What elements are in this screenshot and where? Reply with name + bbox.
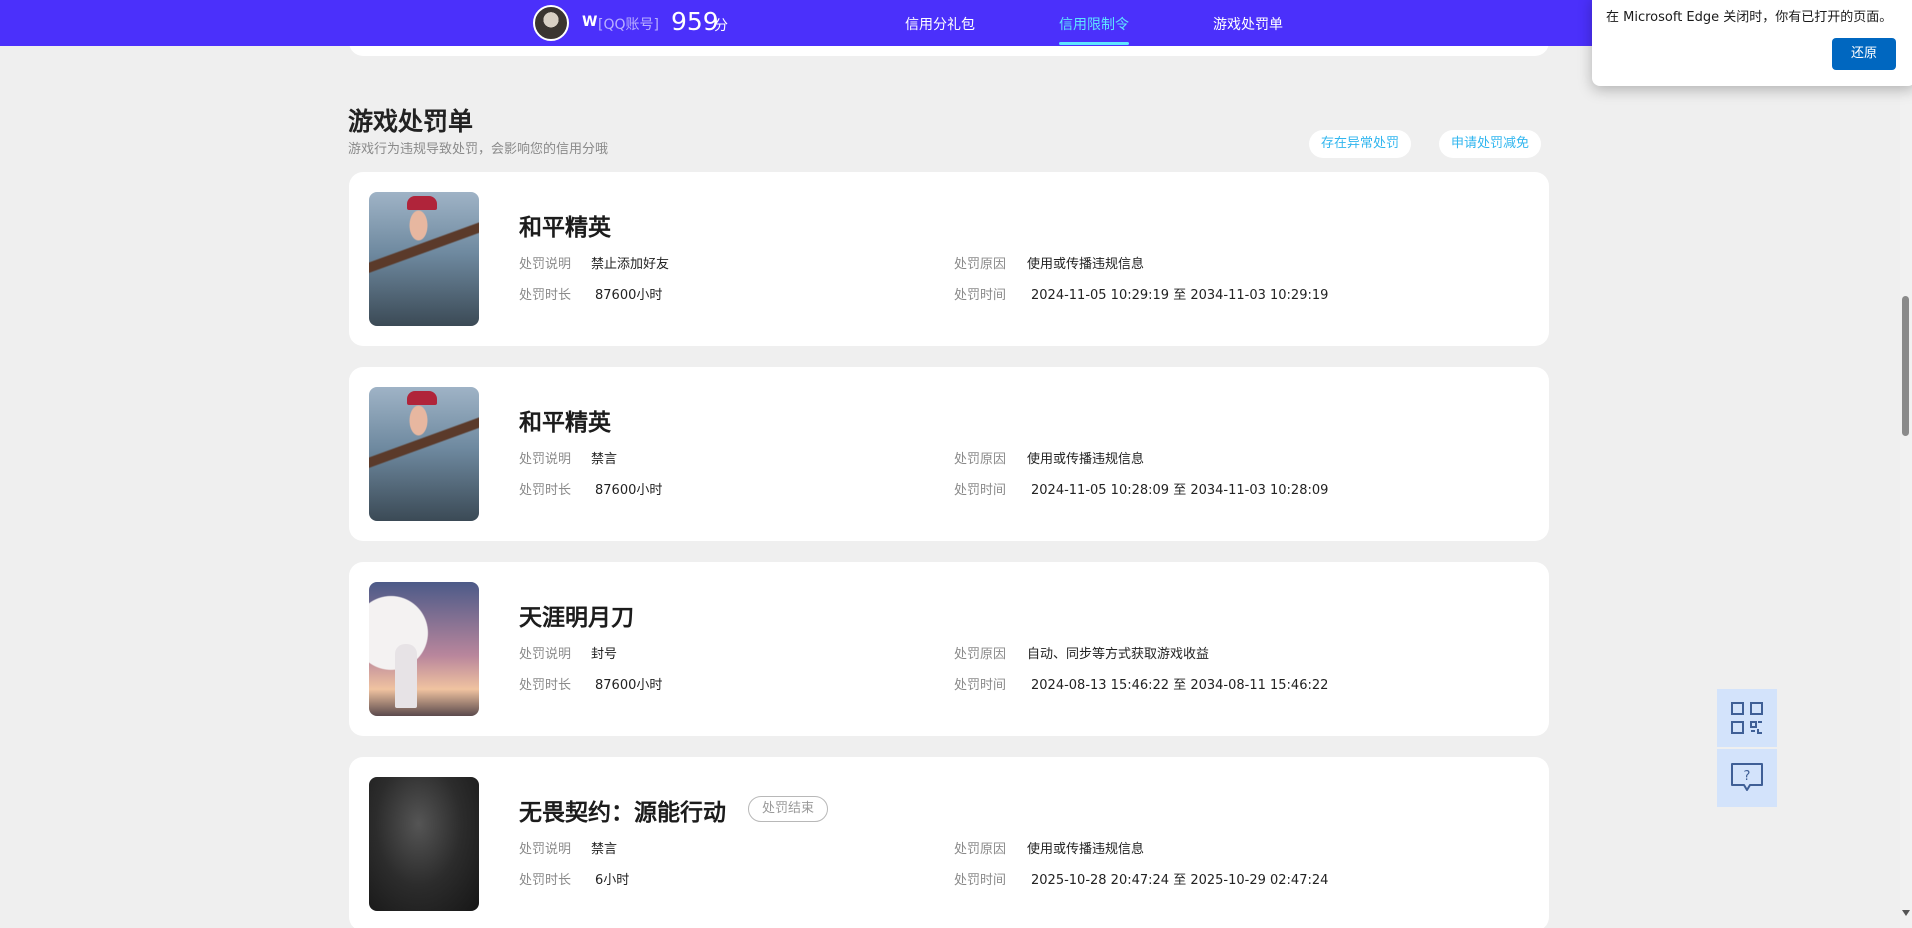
- penalty-card[interactable]: 和平精英 处罚说明 禁言 处罚时长 87600小时 处罚原因 使用或传播违规信息…: [349, 367, 1549, 541]
- penalty-desc-value: 禁止添加好友: [591, 257, 670, 272]
- penalty-time-label: 处罚时间: [954, 288, 1007, 303]
- nav-credit-restriction[interactable]: 信用限制令: [1059, 14, 1129, 34]
- penalty-duration-label: 处罚时长: [519, 288, 572, 303]
- penalty-duration-value: 87600小时: [595, 288, 663, 303]
- section-title: 游戏处罚单: [348, 107, 474, 136]
- game-cover-image: [369, 777, 479, 911]
- help-button[interactable]: ?: [1717, 749, 1777, 807]
- restore-button[interactable]: 还原: [1832, 38, 1896, 70]
- penalty-desc-value: 禁言: [591, 452, 618, 467]
- penalty-time-value: 2024-11-05 10:28:09 至 2034-11-03 10:28:0…: [1031, 483, 1329, 498]
- penalty-reason-value: 使用或传播违规信息: [1027, 257, 1145, 272]
- penalty-duration-label: 处罚时长: [519, 483, 572, 498]
- penalty-reason-value: 自动、同步等方式获取游戏收益: [1027, 647, 1210, 662]
- penalty-card[interactable]: 无畏契约：源能行动 处罚结束 处罚说明 禁言 处罚时长 6小时 处罚原因 使用或…: [349, 757, 1549, 928]
- penalty-desc-label: 处罚说明: [519, 257, 572, 272]
- penalty-time-value: 2025-10-28 20:47:24 至 2025-10-29 02:47:2…: [1031, 873, 1329, 888]
- penalty-duration-label: 处罚时长: [519, 873, 572, 888]
- game-name: 和平精英: [519, 410, 611, 436]
- penalty-time-value: 2024-08-13 15:46:22 至 2034-08-11 15:46:2…: [1031, 678, 1329, 693]
- penalty-desc-label: 处罚说明: [519, 647, 572, 662]
- penalty-reason-label: 处罚原因: [954, 842, 1007, 857]
- game-cover-image: [369, 192, 479, 326]
- report-abnormal-penalty-button[interactable]: 存在异常处罚: [1309, 130, 1412, 158]
- qr-code-icon: [1731, 702, 1763, 734]
- penalty-desc-label: 处罚说明: [519, 842, 572, 857]
- penalty-reason-label: 处罚原因: [954, 647, 1007, 662]
- game-name: 无畏契约：源能行动: [519, 800, 726, 826]
- game-name: 和平精英: [519, 215, 611, 241]
- scrollbar-thumb[interactable]: [1902, 296, 1909, 436]
- scroll-down-arrow-icon[interactable]: [1902, 910, 1910, 916]
- svg-text:?: ?: [1744, 769, 1751, 784]
- avatar[interactable]: [533, 5, 569, 41]
- penalty-desc-value: 封号: [591, 647, 618, 662]
- penalty-desc-label: 处罚说明: [519, 452, 572, 467]
- status-badge: 处罚结束: [748, 796, 829, 822]
- section-subtitle: 游戏行为违规导致处罚，会影响您的信用分哦: [348, 142, 609, 157]
- scrollbar-track[interactable]: [1900, 0, 1912, 928]
- account-type-tag: [QQ账号]: [598, 17, 659, 33]
- penalty-time-label: 处罚时间: [954, 678, 1007, 693]
- credit-score: 959: [671, 7, 719, 36]
- penalty-time-value: 2024-11-05 10:29:19 至 2034-11-03 10:29:1…: [1031, 288, 1329, 303]
- penalty-time-label: 处罚时间: [954, 873, 1007, 888]
- penalty-time-label: 处罚时间: [954, 483, 1007, 498]
- penalty-reason-value: 使用或传播违规信息: [1027, 452, 1145, 467]
- penalty-duration-value: 87600小时: [595, 678, 663, 693]
- nav-active-indicator: [1059, 42, 1129, 45]
- edge-restore-notification: 在 Microsoft Edge 关闭时，你有已打开的页面。 还原: [1592, 0, 1912, 86]
- penalty-duration-value: 6小时: [595, 873, 630, 888]
- game-name: 天涯明月刀: [519, 605, 634, 631]
- penalty-duration-value: 87600小时: [595, 483, 663, 498]
- penalty-duration-label: 处罚时长: [519, 678, 572, 693]
- qr-code-button[interactable]: [1717, 689, 1777, 747]
- nav-game-penalty[interactable]: 游戏处罚单: [1213, 14, 1283, 34]
- edge-notification-message: 在 Microsoft Edge 关闭时，你有已打开的页面。: [1606, 10, 1893, 25]
- apply-penalty-reduction-button[interactable]: 申请处罚减免: [1439, 130, 1542, 158]
- game-cover-image: [369, 582, 479, 716]
- user-name: W: [582, 14, 598, 30]
- help-question-icon: ?: [1731, 763, 1763, 791]
- credit-score-unit: 分: [714, 18, 728, 34]
- penalty-reason-label: 处罚原因: [954, 257, 1007, 272]
- penalty-card[interactable]: 天涯明月刀 处罚说明 封号 处罚时长 87600小时 处罚原因 自动、同步等方式…: [349, 562, 1549, 736]
- penalty-reason-value: 使用或传播违规信息: [1027, 842, 1145, 857]
- nav-credit-gift[interactable]: 信用分礼包: [905, 14, 975, 34]
- penalty-desc-value: 禁言: [591, 842, 618, 857]
- penalty-card[interactable]: 和平精英 处罚说明 禁止添加好友 处罚时长 87600小时 处罚原因 使用或传播…: [349, 172, 1549, 346]
- game-cover-image: [369, 387, 479, 521]
- penalty-reason-label: 处罚原因: [954, 452, 1007, 467]
